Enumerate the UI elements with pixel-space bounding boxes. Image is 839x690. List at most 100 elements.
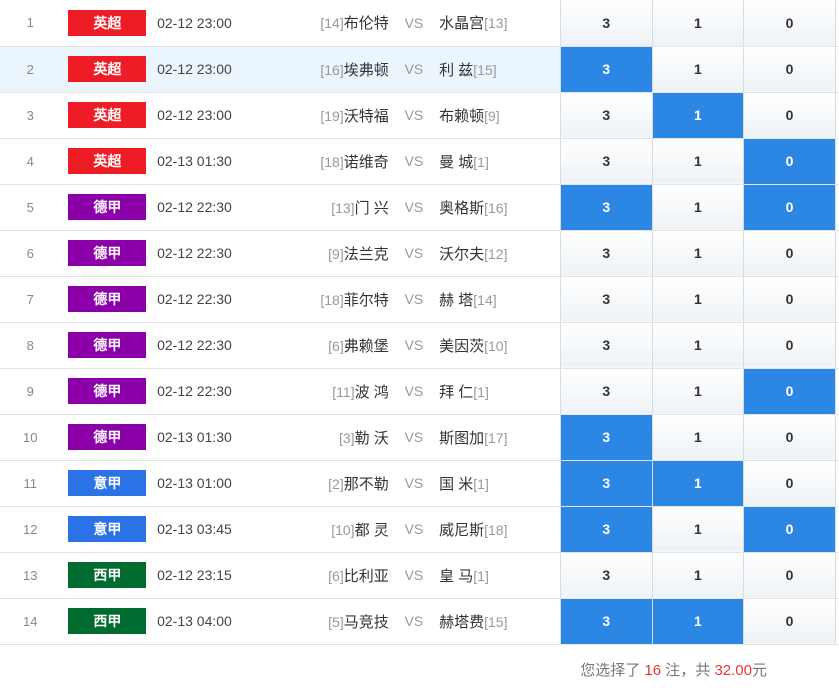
odds-draw-cell[interactable]: 1 [651, 598, 745, 645]
home-team-cell: [9]法兰克 [277, 230, 389, 277]
odds-win-value: 3 [602, 14, 611, 31]
odds-win-cell[interactable]: 3 [559, 184, 653, 231]
odds-draw-value: 1 [694, 567, 702, 583]
odds-loss-cell[interactable]: 0 [743, 92, 836, 139]
odds-draw-cell[interactable]: 1 [651, 322, 745, 369]
odds-draw-value: 1 [694, 199, 702, 215]
odds-win-cell[interactable]: 3 [559, 506, 653, 553]
odds-draw-cell[interactable]: 1 [651, 276, 745, 323]
league-cell: 英超 [60, 46, 158, 93]
odds-draw-cell[interactable]: 1 [651, 368, 745, 415]
away-team-cell: 赫塔费[15] [439, 598, 561, 645]
league-badge: 西甲 [68, 608, 147, 634]
odds-loss-cell[interactable]: 0 [743, 552, 836, 599]
vs-label: VS [388, 230, 440, 277]
vs-label: VS [388, 460, 440, 507]
odds-loss-cell[interactable]: 0 [743, 138, 836, 185]
odds-draw-cell[interactable]: 1 [651, 184, 745, 231]
odds-loss-cell[interactable]: 0 [743, 184, 836, 231]
match-index: 8 [0, 322, 61, 369]
odds-draw-cell[interactable]: 1 [651, 0, 745, 47]
odds-win-cell[interactable]: 3 [559, 322, 653, 369]
vs-label: VS [388, 0, 440, 47]
odds-win-cell[interactable]: 3 [559, 460, 653, 507]
league-cell: 德甲 [60, 230, 158, 277]
match-time-text: 02-13 01:30 [157, 153, 232, 169]
home-rank: [11] [332, 383, 355, 400]
odds-loss-cell[interactable]: 0 [743, 46, 836, 93]
odds-loss-cell[interactable]: 0 [743, 0, 836, 47]
away-team-name: 曼 城 [439, 153, 474, 171]
odds-win-cell[interactable]: 3 [559, 552, 653, 599]
odds-draw-value: 1 [694, 337, 702, 353]
match-index-text: 5 [26, 199, 34, 215]
match-index-text: 7 [26, 291, 34, 307]
match-index-text: 13 [22, 567, 38, 583]
odds-win-cell[interactable]: 3 [559, 138, 653, 185]
vs-text: VS [404, 153, 424, 169]
odds-loss-cell[interactable]: 0 [743, 460, 836, 507]
away-team-name: 沃尔夫 [439, 245, 485, 263]
odds-loss-cell[interactable]: 0 [743, 414, 836, 461]
odds-loss-value: 0 [785, 199, 794, 215]
league-badge: 意甲 [68, 516, 147, 542]
odds-win-value: 3 [602, 153, 611, 169]
away-rank: [1] [473, 153, 489, 170]
away-rank: [12] [484, 245, 508, 262]
odds-win-cell[interactable]: 3 [559, 46, 653, 93]
vs-text: VS [404, 429, 424, 445]
odds-win-cell[interactable]: 3 [559, 0, 653, 47]
odds-draw-value: 1 [694, 475, 702, 491]
match-time-text: 02-12 22:30 [157, 199, 232, 215]
odds-loss-cell[interactable]: 0 [743, 506, 836, 553]
match-time: 02-12 22:30 [157, 230, 278, 277]
odds-draw-cell[interactable]: 1 [651, 230, 745, 277]
summary-suffix: 元 [751, 662, 767, 679]
match-time-text: 02-13 01:30 [157, 429, 232, 445]
league-badge: 英超 [68, 56, 147, 82]
vs-text: VS [404, 61, 424, 77]
odds-win-cell[interactable]: 3 [559, 414, 653, 461]
match-time: 02-12 22:30 [157, 368, 278, 415]
odds-draw-cell[interactable]: 1 [651, 552, 745, 599]
match-index: 3 [0, 92, 61, 139]
odds-win-value: 3 [602, 107, 611, 123]
odds-loss-cell[interactable]: 0 [743, 322, 836, 369]
home-rank: [19] [320, 107, 344, 124]
match-time-text: 02-13 01:00 [157, 475, 232, 491]
selection-summary: 您选择了 16 注，共 32.00元 [580, 659, 767, 680]
odds-loss-cell[interactable]: 0 [743, 276, 836, 323]
odds-draw-cell[interactable]: 1 [651, 138, 745, 185]
odds-win-value: 3 [602, 337, 611, 353]
odds-win-cell[interactable]: 3 [559, 276, 653, 323]
home-rank: [6] [328, 337, 344, 354]
away-team-name: 拜 仁 [439, 383, 474, 401]
odds-loss-cell[interactable]: 0 [743, 230, 836, 277]
odds-draw-cell[interactable]: 1 [651, 92, 745, 139]
row-edge [835, 414, 839, 461]
away-team-name: 奥格斯 [439, 199, 485, 217]
odds-draw-cell[interactable]: 1 [651, 414, 745, 461]
match-index: 1 [0, 0, 61, 47]
odds-loss-cell[interactable]: 0 [743, 368, 836, 415]
match-index-text: 10 [22, 429, 38, 445]
odds-draw-cell[interactable]: 1 [651, 460, 745, 507]
match-index: 14 [0, 598, 61, 645]
odds-loss-value: 0 [785, 61, 794, 77]
odds-win-cell[interactable]: 3 [559, 598, 653, 645]
odds-loss-cell[interactable]: 0 [743, 598, 836, 645]
odds-win-value: 3 [602, 475, 611, 491]
row-edge [835, 460, 839, 507]
odds-win-cell[interactable]: 3 [559, 92, 653, 139]
home-team-name: 弗赖堡 [343, 337, 389, 355]
odds-draw-cell[interactable]: 1 [651, 46, 745, 93]
match-row: 9 德甲 02-12 22:30 [11]波 鸿 VS 拜 仁[1] 3 1 0 [0, 368, 839, 415]
league-cell: 德甲 [60, 322, 158, 369]
odds-win-cell[interactable]: 3 [559, 230, 653, 277]
vs-label: VS [388, 414, 440, 461]
odds-win-cell[interactable]: 3 [559, 368, 653, 415]
odds-draw-cell[interactable]: 1 [651, 506, 745, 553]
match-time: 02-12 23:15 [157, 552, 278, 599]
vs-label: VS [388, 322, 440, 369]
away-team-cell: 国 米[1] [439, 460, 561, 507]
